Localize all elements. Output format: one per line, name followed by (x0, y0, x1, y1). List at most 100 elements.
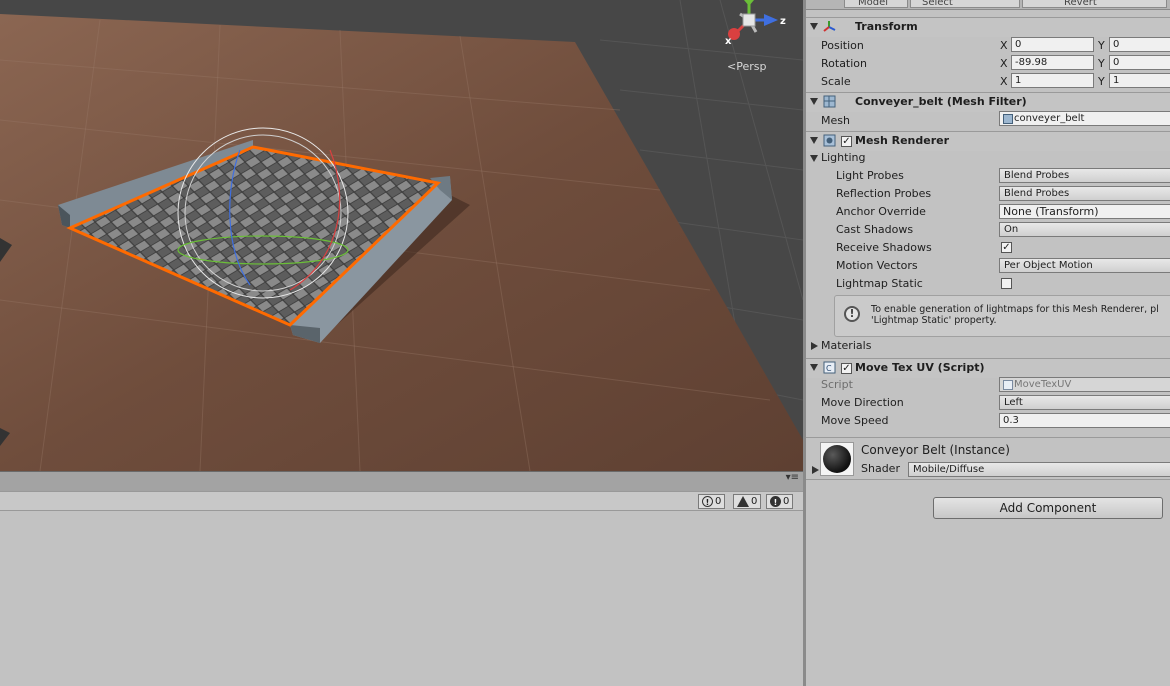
light-probes-row: Light Probes Blend Probes (806, 168, 1170, 186)
move-speed-field[interactable]: 0.3 (999, 413, 1170, 428)
select-label: Select (922, 0, 953, 8)
position-x-axis: X (1000, 39, 1008, 52)
reflection-probes-dropdown[interactable]: Blend Probes (999, 186, 1170, 201)
mesh-renderer-header[interactable]: ✓ Mesh Renderer (806, 131, 1170, 151)
add-component-button[interactable]: Add Component (933, 497, 1163, 519)
error-icon: ! (702, 496, 713, 507)
script-icon: C (823, 361, 836, 374)
receive-shadows-label: Receive Shadows (836, 241, 932, 254)
shader-label: Shader (861, 462, 900, 475)
mesh-renderer-enabled-checkbox[interactable]: ✓ (841, 136, 852, 147)
gizmo-x-label: x (725, 36, 732, 47)
orientation-gizmo[interactable]: z x (716, 0, 786, 58)
projection-toggle[interactable]: <Persp (727, 60, 766, 73)
mesh-object-field[interactable]: conveyer_belt (999, 111, 1170, 126)
console-log-area[interactable] (0, 511, 803, 686)
light-probes-dropdown[interactable]: Blend Probes (999, 168, 1170, 183)
material-preview[interactable] (820, 442, 854, 476)
script-row: Script MoveTexUV (806, 377, 1170, 395)
move-direction-row: Move Direction Left (806, 395, 1170, 413)
scale-row: Scale X 1 Y 1 (806, 72, 1170, 90)
chevron-down-icon[interactable] (810, 364, 818, 371)
svg-text:C: C (826, 364, 832, 373)
mesh-row: Mesh conveyer_belt (806, 111, 1170, 129)
prefab-toolbar: Model Select Revert (806, 0, 1170, 10)
chevron-down-icon[interactable] (810, 137, 818, 144)
chevron-down-icon[interactable] (810, 155, 818, 162)
rotation-x-field[interactable]: -89.98 (1011, 55, 1094, 70)
position-row: Position X 0 Y 0 (806, 36, 1170, 54)
scale-x-axis: X (1000, 75, 1008, 88)
position-y-axis: Y (1098, 39, 1105, 52)
receive-shadows-row: Receive Shadows ✓ (806, 240, 1170, 258)
mesh-filter-title: Conveyer_belt (Mesh Filter) (855, 95, 1027, 108)
move-direction-dropdown[interactable]: Left (999, 395, 1170, 410)
console-menu-icon[interactable]: ▾≡ (786, 472, 799, 483)
rotation-y-axis: Y (1098, 57, 1105, 70)
scale-y-field[interactable]: 1 (1109, 73, 1170, 88)
rotation-x-axis: X (1000, 57, 1008, 70)
materials-label: Materials (821, 339, 872, 352)
persp-icon: < (727, 60, 737, 73)
lighting-label: Lighting (821, 151, 866, 164)
mesh-label: Mesh (821, 114, 850, 127)
chevron-down-icon[interactable] (810, 98, 818, 105)
reflection-probes-label: Reflection Probes (836, 187, 932, 200)
motion-vectors-dropdown[interactable]: Per Object Motion (999, 258, 1170, 273)
warning-toggle[interactable]: 0 (733, 494, 762, 509)
message-toggle[interactable]: ! 0 (766, 494, 794, 509)
move-tex-uv-header[interactable]: C ✓ Move Tex UV (Script) (806, 358, 1170, 378)
rotation-y-field[interactable]: 0 (1109, 55, 1170, 70)
move-tex-uv-title: Move Tex UV (Script) (855, 361, 985, 374)
cast-shadows-label: Cast Shadows (836, 223, 914, 236)
console-toolbar: ! 0 0 ! 0 (0, 491, 803, 511)
rotation-row: Rotation X -89.98 Y 0 (806, 54, 1170, 72)
scene-view[interactable]: z x <Persp (0, 0, 803, 471)
script-object-field: MoveTexUV (999, 377, 1170, 392)
chevron-down-icon[interactable] (810, 23, 818, 30)
receive-shadows-checkbox[interactable]: ✓ (1001, 242, 1012, 253)
material-name: Conveyor Belt (Instance) (861, 443, 1010, 457)
gizmo-z-label: z (780, 16, 786, 27)
transform-title: Transform (855, 20, 918, 33)
anchor-override-field[interactable]: None (Transform) (999, 204, 1170, 219)
shader-dropdown[interactable]: Mobile/Diffuse (908, 462, 1170, 477)
scale-x-field[interactable]: 1 (1011, 73, 1094, 88)
script-file-icon (1003, 380, 1013, 390)
motion-vectors-label: Motion Vectors (836, 259, 918, 272)
lighting-row[interactable]: Lighting (806, 150, 1170, 168)
light-probes-label: Light Probes (836, 169, 904, 182)
lightmap-help-text: To enable generation of lightmaps for th… (871, 304, 1159, 326)
materials-row[interactable]: Materials (806, 338, 1170, 356)
anchor-override-label: Anchor Override (836, 205, 926, 218)
mesh-renderer-icon (823, 134, 836, 147)
error-toggle[interactable]: ! 0 (698, 494, 726, 509)
chevron-right-icon[interactable] (811, 342, 818, 350)
inspector-panel: Model Select Revert Transform Position X… (806, 0, 1170, 686)
mesh-renderer-title: Mesh Renderer (855, 134, 950, 147)
scene-canvas[interactable] (0, 0, 803, 471)
material-sphere (823, 445, 851, 473)
lightmap-static-checkbox[interactable] (1001, 278, 1012, 289)
lightmap-static-row: Lightmap Static (806, 276, 1170, 294)
position-y-field[interactable]: 0 (1109, 37, 1170, 52)
cast-shadows-dropdown[interactable]: On (999, 222, 1170, 237)
model-label: Model (858, 0, 889, 8)
mesh-filter-header[interactable]: Conveyer_belt (Mesh Filter) (806, 92, 1170, 112)
message-icon: ! (770, 496, 781, 507)
move-speed-label: Move Speed (821, 414, 889, 427)
console-tab-bar: ▾≡ (0, 471, 803, 492)
warning-count: 0 (751, 496, 758, 507)
anchor-override-row: Anchor Override None (Transform) (806, 204, 1170, 222)
scale-label: Scale (821, 75, 851, 88)
warning-icon (737, 496, 749, 507)
move-tex-uv-enabled-checkbox[interactable]: ✓ (841, 363, 852, 374)
chevron-right-icon[interactable] (812, 466, 819, 474)
position-x-field[interactable]: 0 (1011, 37, 1094, 52)
mesh-filter-icon (823, 95, 836, 108)
mesh-value: conveyer_belt (1014, 113, 1085, 124)
info-icon: ! (844, 306, 860, 322)
move-speed-row: Move Speed 0.3 (806, 413, 1170, 431)
projection-label: Persp (736, 60, 767, 73)
transform-header[interactable]: Transform (806, 17, 1170, 37)
